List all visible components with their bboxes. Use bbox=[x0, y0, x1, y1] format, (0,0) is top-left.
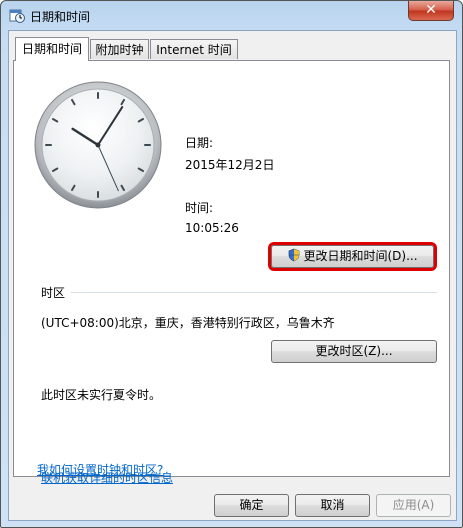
ok-button[interactable]: 确定 bbox=[214, 494, 289, 517]
change-timezone-button[interactable]: 更改时区(Z)... bbox=[271, 340, 437, 363]
time-label: 时间: bbox=[185, 201, 214, 215]
change-date-time-button[interactable]: 更改日期和时间(D)... bbox=[271, 245, 434, 268]
uac-shield-icon bbox=[289, 248, 300, 262]
date-time-window: 日期和时间 ✕ 日期和时间 附加时钟 Internet 时间 日期: 2015年… bbox=[0, 0, 463, 528]
apply-button[interactable]: 应用(A) bbox=[376, 494, 451, 517]
tab-panel-date-time: 日期: 2015年12月2日 时间: 10:05:26 更改日期和时间(D)..… bbox=[13, 60, 450, 485]
close-button[interactable]: ✕ bbox=[408, 1, 454, 21]
change-date-time-label: 更改日期和时间(D)... bbox=[303, 249, 418, 263]
tab-internet-time[interactable]: Internet 时间 bbox=[150, 39, 238, 59]
date-label: 日期: bbox=[185, 136, 214, 150]
close-icon: ✕ bbox=[425, 2, 437, 18]
date-time-app-icon bbox=[9, 9, 25, 23]
window-title: 日期和时间 bbox=[30, 10, 91, 24]
timezone-section-label: 时区 bbox=[41, 286, 66, 300]
date-value: 2015年12月2日 bbox=[185, 158, 275, 172]
timezone-value: (UTC+08:00)北京，重庆，香港特别行政区，乌鲁木齐 bbox=[41, 316, 335, 330]
title-bar[interactable]: 日期和时间 ✕ bbox=[1, 1, 462, 29]
tab-additional-clocks[interactable]: 附加时钟 bbox=[90, 39, 149, 59]
tab-date-time[interactable]: 日期和时间 bbox=[15, 37, 89, 61]
analog-clock bbox=[34, 81, 162, 209]
dst-note: 此时区未实行夏令时。 bbox=[41, 388, 162, 402]
time-value: 10:05:26 bbox=[185, 221, 239, 235]
dialog-client-area: 日期和时间 附加时钟 Internet 时间 日期: 2015年12月2日 时间… bbox=[8, 30, 457, 521]
cancel-button[interactable]: 取消 bbox=[295, 494, 370, 517]
timezone-divider bbox=[71, 292, 437, 293]
how-to-set-clock-link[interactable]: 我如何设置时钟和时区? bbox=[37, 461, 163, 478]
